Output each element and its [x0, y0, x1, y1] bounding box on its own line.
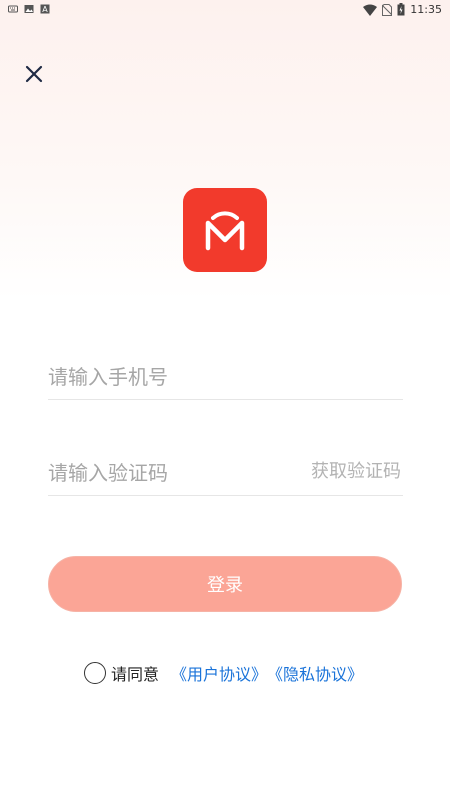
- image-icon: [24, 5, 34, 13]
- get-code-button[interactable]: 获取验证码: [311, 457, 401, 483]
- app-logo: [183, 188, 267, 272]
- battery-icon: [397, 3, 405, 16]
- status-left-icons: A: [8, 4, 50, 14]
- verification-code-input[interactable]: [48, 455, 288, 491]
- svg-text:A: A: [42, 5, 48, 14]
- wifi-icon: [363, 4, 378, 16]
- app-logo-icon: [205, 211, 245, 251]
- agree-radio[interactable]: [84, 662, 106, 684]
- phone-input[interactable]: [48, 359, 288, 395]
- status-bar: A 11:35: [0, 0, 450, 20]
- status-clock: 11:35: [410, 3, 442, 16]
- login-button[interactable]: 登录: [48, 556, 402, 612]
- privacy-policy-link[interactable]: 《隐私协议》: [267, 661, 363, 685]
- keyboard-icon: [8, 5, 18, 13]
- user-agreement-link[interactable]: 《用户协议》: [171, 661, 267, 685]
- no-sim-icon: [382, 3, 393, 16]
- agreement-row: 请同意 《用户协议》 《隐私协议》: [84, 661, 363, 685]
- font-icon: A: [40, 4, 50, 14]
- agree-label: 请同意: [111, 665, 160, 684]
- status-right-icons: 11:35: [363, 3, 442, 16]
- close-button[interactable]: [22, 62, 46, 86]
- phone-field-row: [48, 355, 403, 400]
- code-field-row: 获取验证码: [48, 451, 403, 496]
- close-icon: [25, 65, 43, 83]
